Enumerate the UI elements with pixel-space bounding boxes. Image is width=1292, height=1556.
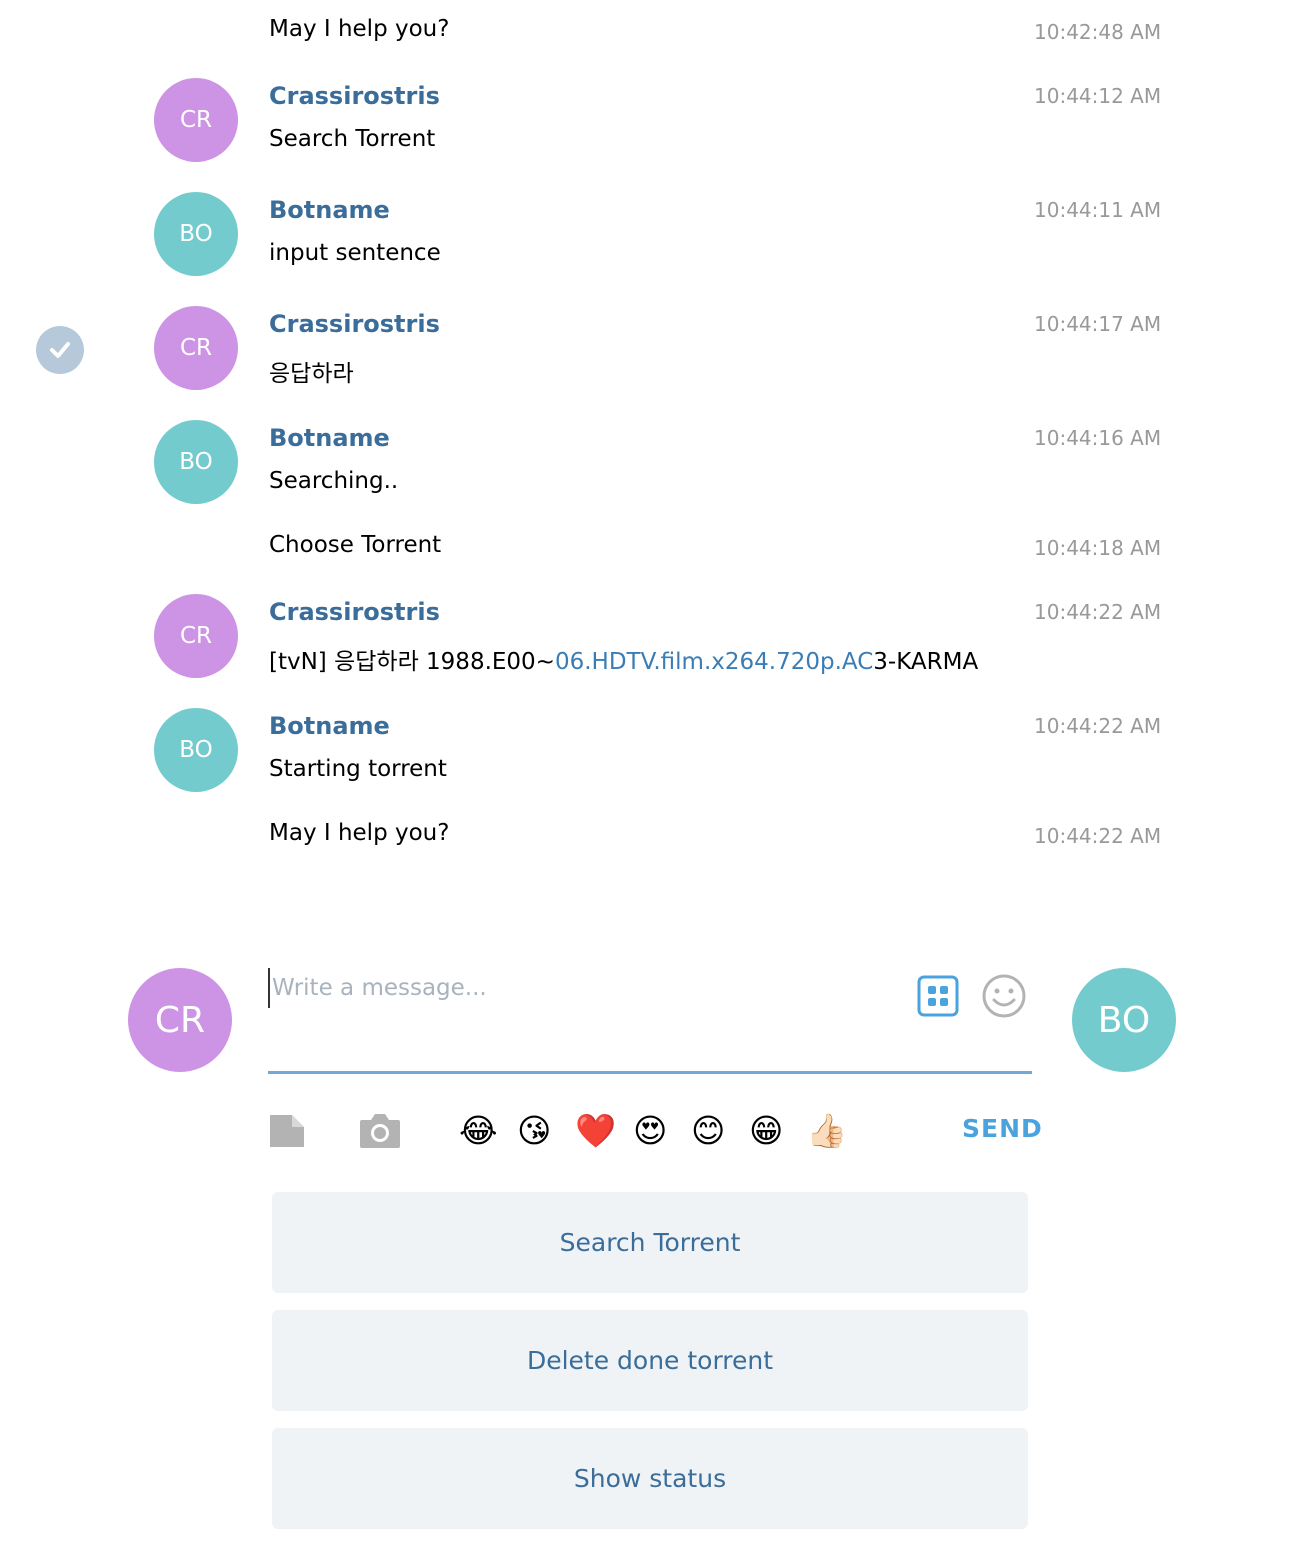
emoji-grin[interactable]: 😁 — [749, 1112, 783, 1150]
message-text: Search Torrent — [269, 126, 436, 152]
input-underline — [268, 1071, 1032, 1074]
message-link[interactable]: 06.HDTV.film.x264.720p.AC — [555, 649, 873, 675]
message-time: 10:44:18 AM — [1034, 536, 1162, 560]
message-time: 10:44:16 AM — [1034, 426, 1162, 450]
message-text: [tvN] 응답하라 1988.E00~06.HDTV.film.x264.72… — [269, 642, 978, 676]
message-input[interactable]: Write a message... — [268, 968, 892, 1008]
message-time: 10:44:12 AM — [1034, 84, 1162, 108]
message-time: 10:44:17 AM — [1034, 312, 1162, 336]
message-text: Starting torrent — [269, 756, 447, 782]
bot-command-icon[interactable] — [917, 975, 959, 1021]
emoji-thumbs-up[interactable]: 👍🏻 — [806, 1112, 847, 1150]
emoji-heart[interactable]: ❤️ — [575, 1112, 616, 1150]
emoji-smile[interactable]: 😊 — [691, 1112, 725, 1150]
emoji-heart-eyes[interactable]: 😍 — [633, 1112, 667, 1150]
avatar[interactable]: CR — [154, 78, 238, 162]
avatar[interactable]: BO — [154, 708, 238, 792]
check-icon[interactable] — [36, 326, 84, 374]
sender-name[interactable]: Crassirostris — [269, 598, 440, 626]
message-text: 응답하라 — [269, 361, 354, 387]
message-text: May I help you? — [269, 16, 450, 42]
keyboard-button-show-status[interactable]: Show status — [272, 1428, 1028, 1529]
message-time: 10:44:22 AM — [1034, 824, 1162, 848]
smiley-icon[interactable] — [981, 973, 1027, 1023]
avatar[interactable]: CR — [154, 594, 238, 678]
keyboard-button-search-torrent[interactable]: Search Torrent — [272, 1192, 1028, 1293]
avatar[interactable]: CR — [154, 306, 238, 390]
message-text-part: [tvN] 응답하라 1988.E00~ — [269, 649, 555, 675]
keyboard-button-delete-done-torrent[interactable]: Delete done torrent — [272, 1310, 1028, 1411]
user-avatar[interactable]: CR — [128, 968, 232, 1072]
emoji-kiss[interactable]: 😘 — [517, 1112, 551, 1150]
message-text: input sentence — [269, 240, 441, 266]
message-time: 10:44:22 AM — [1034, 714, 1162, 738]
message-time: 10:44:22 AM — [1034, 600, 1162, 624]
sender-name[interactable]: Botname — [269, 712, 390, 740]
message-time: 10:44:11 AM — [1034, 198, 1162, 222]
message-text: Searching.. — [269, 468, 399, 494]
sender-name[interactable]: Botname — [269, 196, 390, 224]
file-icon[interactable] — [268, 1113, 306, 1153]
send-button[interactable]: SEND — [962, 1114, 1043, 1143]
message-time: 10:42:48 AM — [1034, 20, 1162, 44]
sender-name[interactable]: Botname — [269, 424, 390, 452]
bot-avatar[interactable]: BO — [1072, 968, 1176, 1072]
avatar[interactable]: BO — [154, 420, 238, 504]
message-text: May I help you? — [269, 820, 450, 846]
sender-name[interactable]: Crassirostris — [269, 82, 440, 110]
message-text: Choose Torrent — [269, 532, 442, 558]
emoji-tears-of-joy[interactable]: 😂 — [459, 1112, 498, 1150]
camera-icon[interactable] — [358, 1112, 402, 1154]
message-text-part: 3-KARMA — [873, 649, 979, 675]
avatar[interactable]: BO — [154, 192, 238, 276]
sender-name[interactable]: Crassirostris — [269, 310, 440, 338]
